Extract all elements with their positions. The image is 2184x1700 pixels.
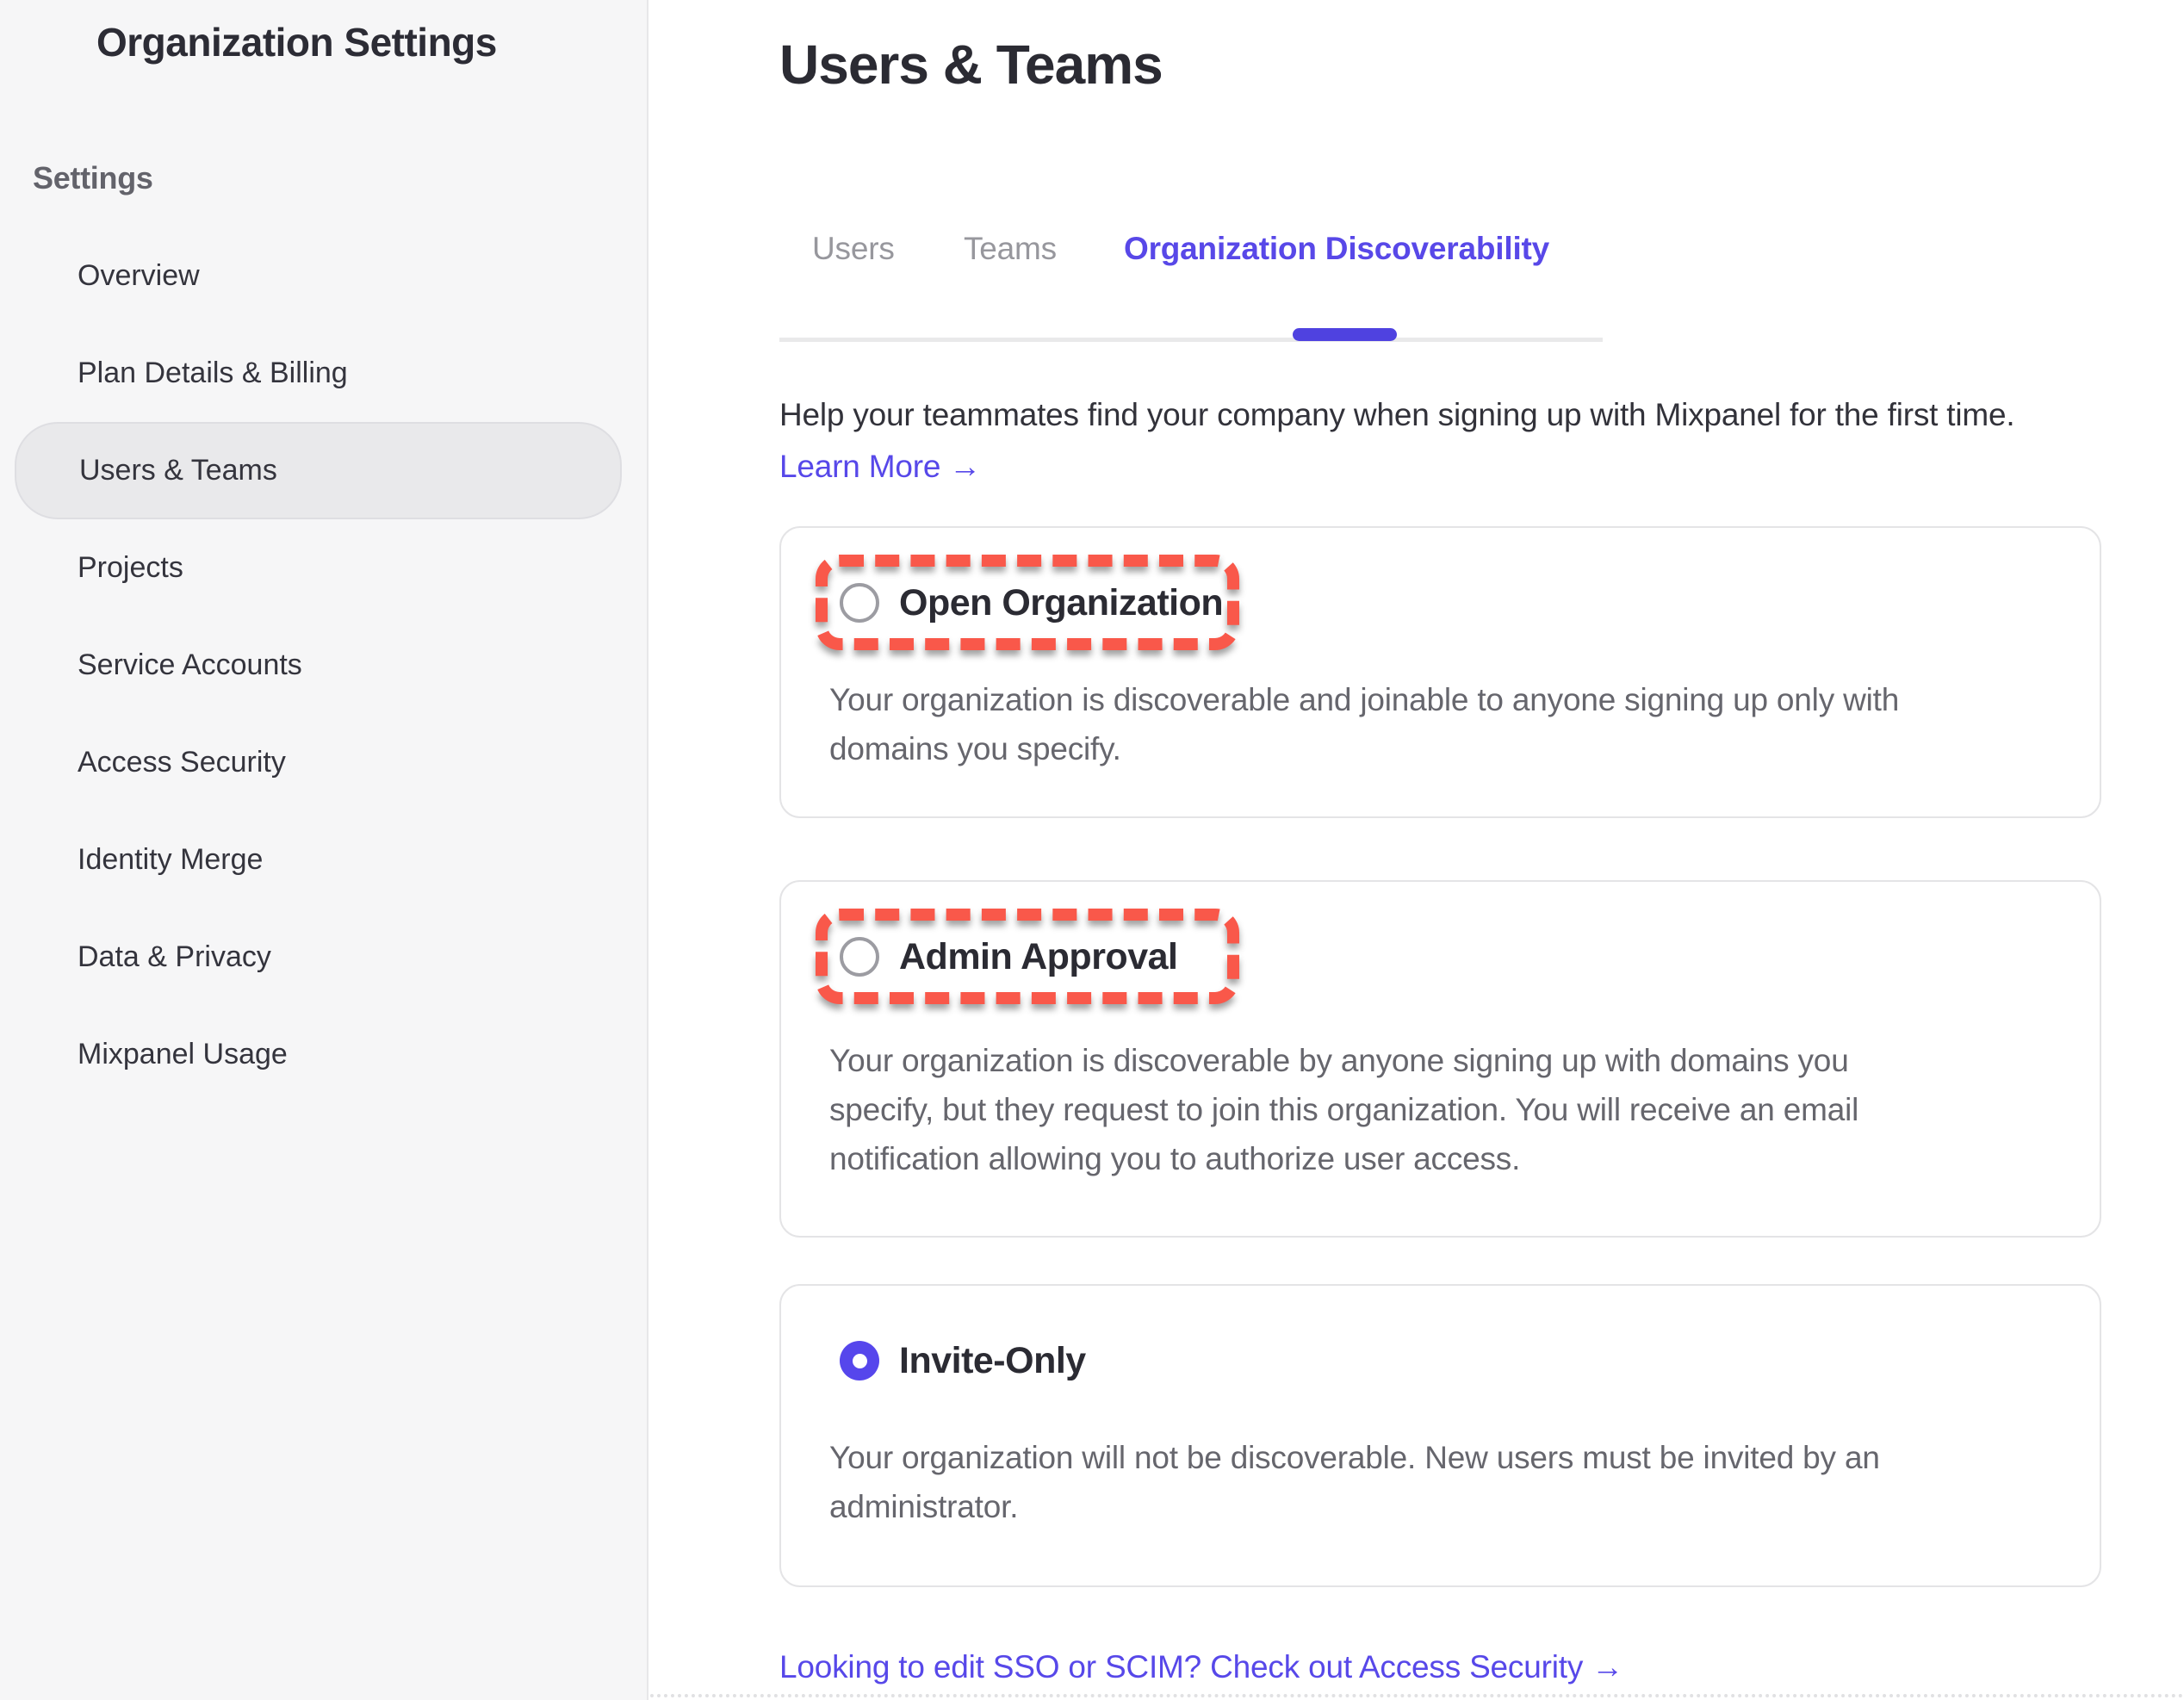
intro-text: Help your teammates find your company wh… [779, 397, 2015, 433]
option-description-open-organization: Your organization is discoverable and jo… [829, 675, 1899, 773]
option-header: Invite-Only [840, 1341, 1086, 1380]
option-card-invite-only[interactable]: Invite-Only Your organization will not b… [779, 1284, 2101, 1587]
sidebar-item-projects[interactable]: Projects [15, 519, 622, 617]
option-label-admin-approval: Admin Approval [899, 936, 1177, 978]
organization-settings-page: Organization Settings Settings Overview … [0, 0, 2184, 1700]
option-description-line: specify, but they request to join this o… [829, 1085, 1858, 1134]
page-title: Users & Teams [779, 33, 1163, 96]
option-description-line: administrator. [829, 1482, 1880, 1531]
sidebar-item-service-accounts[interactable]: Service Accounts [15, 617, 622, 714]
option-description-line: Your organization is discoverable by any… [829, 1036, 1858, 1085]
option-label-open-organization: Open Organization [899, 582, 1223, 624]
option-description-admin-approval: Your organization is discoverable by any… [829, 1036, 1858, 1183]
option-description-invite-only: Your organization will not be discoverab… [829, 1433, 1880, 1531]
radio-admin-approval[interactable] [840, 937, 879, 977]
option-label-invite-only: Invite-Only [899, 1340, 1086, 1382]
sidebar-item-mixpanel-usage[interactable]: Mixpanel Usage [15, 1006, 622, 1103]
main-content: Users & Teams Users Teams Organization D… [650, 0, 2184, 1700]
option-card-admin-approval[interactable]: Admin Approval Your organization is disc… [779, 880, 2101, 1238]
option-card-open-organization[interactable]: Open Organization Your organization is d… [779, 526, 2101, 818]
radio-open-organization[interactable] [840, 583, 879, 623]
option-description-line: notification allowing you to authorize u… [829, 1134, 1858, 1183]
sidebar-item-data-privacy[interactable]: Data & Privacy [15, 909, 622, 1006]
active-tab-indicator [1293, 328, 1397, 341]
sidebar-item-plan-details-billing[interactable]: Plan Details & Billing [15, 325, 622, 422]
option-description-line: Your organization is discoverable and jo… [829, 675, 1899, 724]
sidebar-title: Organization Settings [96, 19, 497, 65]
option-header: Open Organization [840, 583, 1223, 623]
option-description-line: Your organization will not be discoverab… [829, 1433, 1880, 1482]
sidebar-item-overview[interactable]: Overview [15, 227, 622, 325]
option-header: Admin Approval [840, 937, 1177, 977]
tab-organization-discoverability[interactable]: Organization Discoverability [1124, 231, 1549, 267]
learn-more-link[interactable]: Learn More → [779, 449, 981, 485]
sidebar-section-label: Settings [33, 160, 153, 196]
tab-bar: Users Teams Organization Discoverability [779, 231, 1603, 343]
access-security-link[interactable]: Looking to edit SSO or SCIM? Check out A… [779, 1649, 1623, 1685]
sidebar: Organization Settings Settings Overview … [0, 0, 648, 1700]
bottom-divider [650, 1694, 2184, 1697]
tabs-underline [779, 338, 1603, 342]
sidebar-nav: Overview Plan Details & Billing Users & … [15, 227, 622, 1103]
tab-users[interactable]: Users [812, 231, 895, 267]
sidebar-item-identity-merge[interactable]: Identity Merge [15, 811, 622, 909]
option-description-line: domains you specify. [829, 724, 1899, 773]
tab-teams[interactable]: Teams [964, 231, 1057, 267]
sidebar-item-access-security[interactable]: Access Security [15, 714, 622, 811]
sidebar-item-users-teams[interactable]: Users & Teams [15, 422, 622, 519]
radio-invite-only[interactable] [840, 1341, 879, 1380]
